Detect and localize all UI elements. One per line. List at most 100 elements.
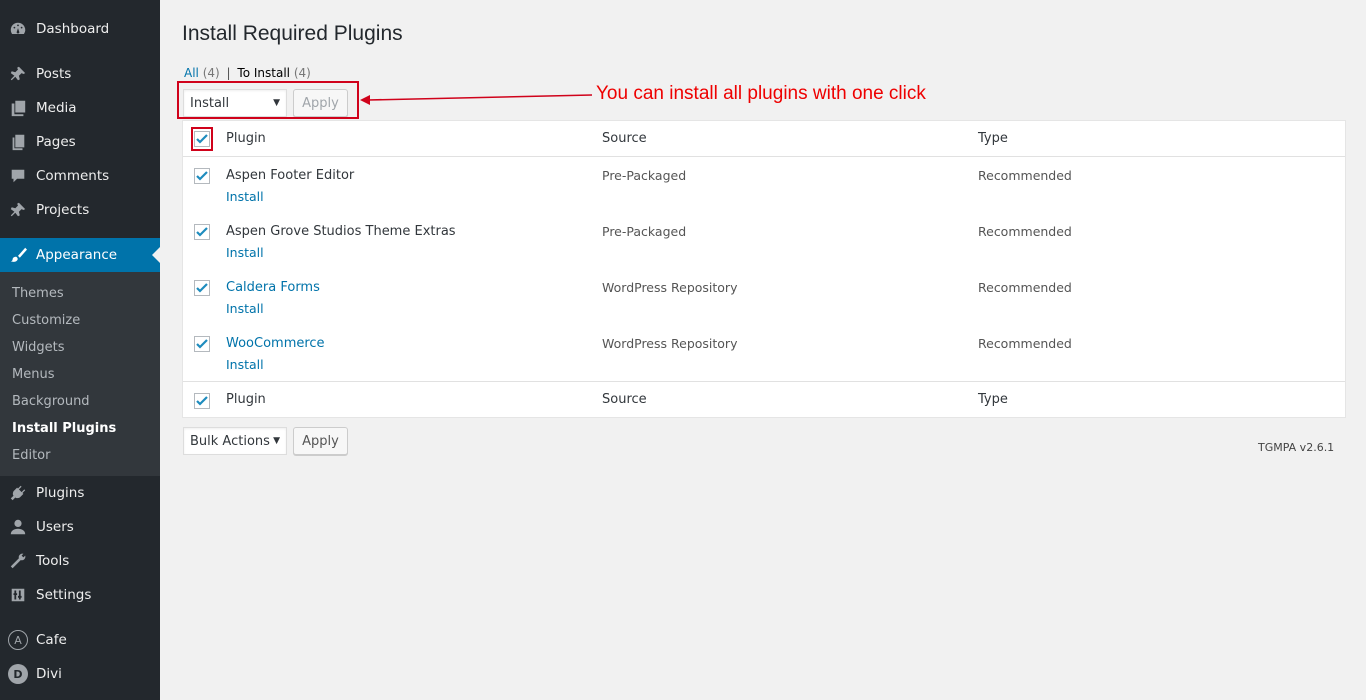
submenu-background[interactable]: Background	[12, 394, 90, 409]
submenu-widgets[interactable]: Widgets	[12, 340, 65, 355]
media-icon	[0, 99, 36, 117]
menu-divi[interactable]: D Divi	[0, 657, 160, 691]
dropdown-caret-icon: ▼	[273, 436, 280, 446]
letter-a-icon: A	[0, 630, 36, 650]
letter-a-glyph: A	[8, 630, 28, 650]
install-link[interactable]: Install	[226, 245, 264, 260]
row-checkbox[interactable]	[194, 336, 210, 352]
install-link[interactable]: Install	[226, 189, 264, 204]
admin-sidebar: Dashboard Posts Media Pages Comments Pro…	[0, 0, 160, 700]
install-link[interactable]: Install	[226, 301, 264, 316]
pages-icon	[0, 133, 36, 151]
menu-label: Plugins	[36, 485, 85, 501]
submenu-editor[interactable]: Editor	[12, 448, 50, 463]
plugins-table: Plugin Source Type Aspen Footer Editor I…	[182, 120, 1346, 418]
annotation-highlight-box	[177, 81, 359, 119]
column-header-type[interactable]: Type	[978, 131, 1008, 146]
letter-d-icon: D	[0, 664, 36, 684]
filter-all-count: (4)	[202, 66, 220, 80]
paintbrush-icon	[0, 246, 36, 264]
current-menu-arrow	[152, 247, 160, 263]
menu-label: Posts	[36, 66, 72, 82]
plugin-source: WordPress Repository	[602, 336, 738, 351]
filter-to-install-link[interactable]: To Install	[237, 66, 290, 80]
menu-label: Pages	[36, 134, 76, 150]
table-row: Caldera Forms Install WordPress Reposito…	[183, 277, 1345, 333]
plugin-type: Recommended	[978, 168, 1072, 183]
row-checkbox[interactable]	[194, 224, 210, 240]
filter-all-label: All	[184, 66, 199, 80]
bulk-action-select-bottom[interactable]: Bulk Actions ▼	[183, 427, 287, 455]
row-checkbox[interactable]	[194, 280, 210, 296]
table-header: Plugin Source Type	[183, 121, 1345, 157]
table-footer: Plugin Source Type	[183, 381, 1345, 417]
comment-icon	[0, 167, 36, 185]
bulk-action-selected: Bulk Actions	[190, 433, 270, 449]
menu-media[interactable]: Media	[0, 91, 160, 125]
plugin-status-filters: All (4) | To Install (4)	[184, 66, 311, 80]
apply-button-bottom[interactable]: Apply	[293, 427, 348, 455]
menu-pages[interactable]: Pages	[0, 125, 160, 159]
submenu-themes[interactable]: Themes	[12, 286, 64, 301]
menu-label: Projects	[36, 202, 90, 218]
column-footer-plugin[interactable]: Plugin	[226, 392, 266, 407]
filter-separator: |	[226, 66, 231, 80]
menu-label: Divi	[36, 666, 62, 682]
menu-label: Tools	[36, 553, 70, 569]
menu-tools[interactable]: Tools	[0, 544, 160, 578]
menu-dashboard[interactable]: Dashboard	[0, 12, 160, 46]
menu-posts[interactable]: Posts	[0, 57, 160, 91]
menu-label: Dashboard	[36, 21, 110, 37]
dashboard-icon	[0, 20, 36, 38]
plugin-type: Recommended	[978, 280, 1072, 295]
checkmark-icon	[196, 339, 208, 349]
submenu-install-plugins[interactable]: Install Plugins	[12, 421, 116, 436]
menu-users[interactable]: Users	[0, 510, 160, 544]
tgmpa-version: TGMPA v2.6.1	[1258, 441, 1335, 454]
user-icon	[0, 518, 36, 536]
pin-icon	[0, 65, 36, 83]
menu-label: Media	[36, 100, 77, 116]
menu-label: Comments	[36, 168, 110, 184]
plugin-source: WordPress Repository	[602, 280, 738, 295]
row-checkbox[interactable]	[194, 168, 210, 184]
install-link[interactable]: Install	[226, 357, 264, 372]
plugin-source: Pre-Packaged	[602, 224, 687, 239]
checkmark-icon	[196, 171, 208, 181]
column-footer-type[interactable]: Type	[978, 392, 1008, 407]
menu-label: Cafe	[36, 632, 67, 648]
sliders-icon	[0, 586, 36, 604]
letter-d-glyph: D	[8, 664, 28, 684]
wrench-icon	[0, 552, 36, 570]
filter-all-link[interactable]: All	[184, 66, 199, 80]
page-title: Install Required Plugins	[182, 22, 403, 45]
menu-projects[interactable]: Projects	[0, 193, 160, 227]
column-header-plugin[interactable]: Plugin	[226, 131, 266, 146]
checkmark-icon	[196, 396, 208, 406]
appearance-submenu: Themes Customize Widgets Menus Backgroun…	[0, 272, 160, 476]
column-footer-source[interactable]: Source	[602, 392, 647, 407]
menu-comments[interactable]: Comments	[0, 159, 160, 193]
menu-settings[interactable]: Settings	[0, 578, 160, 612]
column-header-source[interactable]: Source	[602, 131, 647, 146]
menu-label: Appearance	[36, 247, 118, 263]
plug-icon	[0, 484, 36, 502]
checkmark-icon	[196, 283, 208, 293]
submenu-menus[interactable]: Menus	[12, 367, 54, 382]
annotation-checkbox-highlight	[191, 127, 213, 151]
submenu-customize[interactable]: Customize	[12, 313, 80, 328]
menu-plugins[interactable]: Plugins	[0, 476, 160, 510]
checkmark-icon	[196, 227, 208, 237]
pin-icon	[0, 201, 36, 219]
filter-to-install-count: (4)	[293, 66, 311, 80]
select-all-checkbox-footer[interactable]	[194, 393, 210, 409]
table-row: Aspen Grove Studios Theme Extras Install…	[183, 221, 1345, 277]
annotation-arrow-icon	[360, 94, 593, 105]
menu-label: Users	[36, 519, 74, 535]
annotation-text: You can install all plugins with one cli…	[596, 83, 926, 104]
plugin-name-link[interactable]: WooCommerce	[226, 336, 325, 351]
menu-appearance[interactable]: Appearance	[0, 238, 160, 272]
menu-cafe[interactable]: A Cafe	[0, 623, 160, 657]
plugin-source: Pre-Packaged	[602, 168, 687, 183]
plugin-name-link[interactable]: Caldera Forms	[226, 280, 320, 295]
